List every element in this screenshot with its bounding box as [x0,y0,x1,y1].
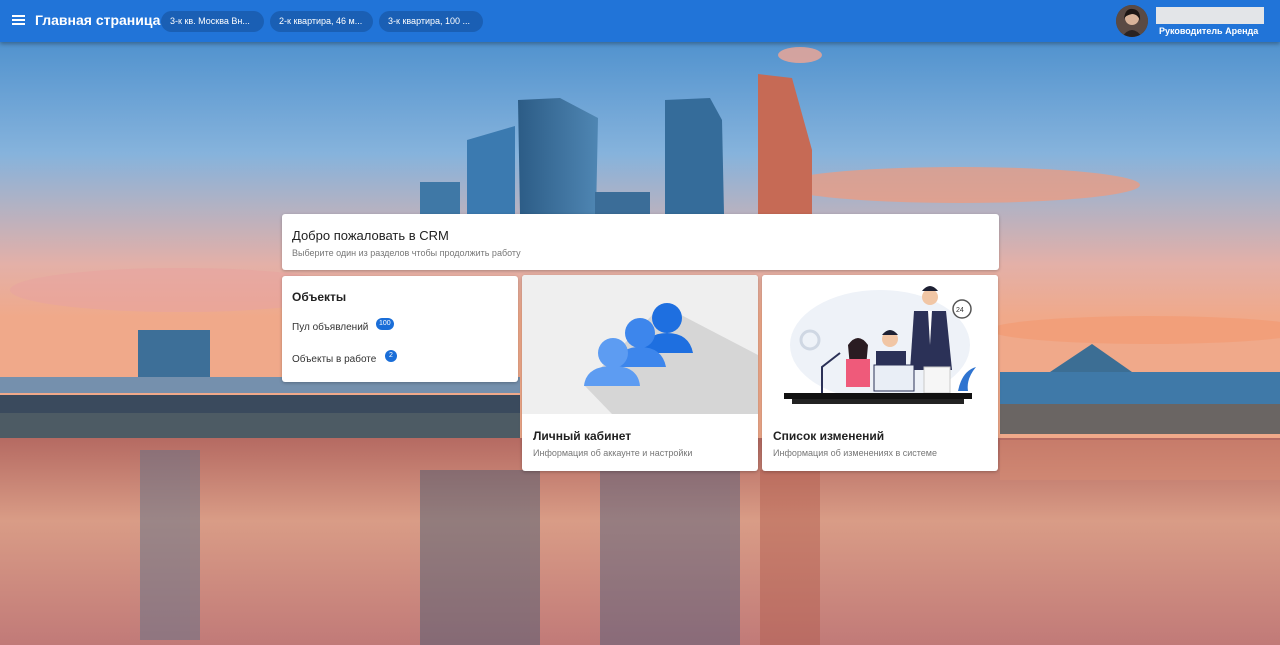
team-illustration: 24 [762,275,998,414]
welcome-title: Добро пожаловать в CRM [292,228,449,243]
ads-pool-badge: 100 [376,318,394,330]
welcome-card: Добро пожаловать в CRM Выберите один из … [282,214,999,270]
svg-text:24: 24 [956,307,964,314]
menu-icon[interactable] [8,9,30,31]
objects-title: Объекты [292,290,347,304]
personal-cabinet-title: Личный кабинет [533,429,632,443]
objects-in-work-link[interactable]: Объекты в работе [292,354,376,365]
tab-object-3[interactable]: 3-к квартира, 100 ... [379,11,483,32]
user-role: Руководитель Аренда [1159,26,1259,36]
user-name [1156,7,1264,24]
changes-list-subtitle: Информация об изменениях в системе [773,448,937,458]
objects-in-work-label: Объекты в работе [292,354,377,365]
welcome-subtitle: Выберите один из разделов чтобы продолжи… [292,248,521,258]
tab-object-2[interactable]: 2-к квартира, 46 м... [270,11,373,32]
ads-pool-link[interactable]: Пул объявлений [292,322,368,333]
changes-list-title: Список изменений [773,429,885,443]
changes-list-card[interactable]: 24 Список изменений Информация об измене… [762,275,998,471]
ads-pool-label: Пул объявлений [292,322,369,333]
page-title[interactable]: Главная страница [35,12,160,28]
top-app-bar: Главная страница 3-к кв. Москва Вн... 2-… [0,0,1280,42]
objects-in-work-badge: 2 [385,350,397,362]
users-icon [522,275,758,414]
avatar[interactable] [1116,5,1148,37]
tab-object-1[interactable]: 3-к кв. Москва Вн... [161,11,264,32]
personal-cabinet-subtitle: Информация об аккаунте и настройки [533,448,693,458]
objects-card: Объекты Пул объявлений 100 Объекты в раб… [282,276,518,382]
personal-cabinet-card[interactable]: Личный кабинет Информация об аккаунте и … [522,275,758,471]
